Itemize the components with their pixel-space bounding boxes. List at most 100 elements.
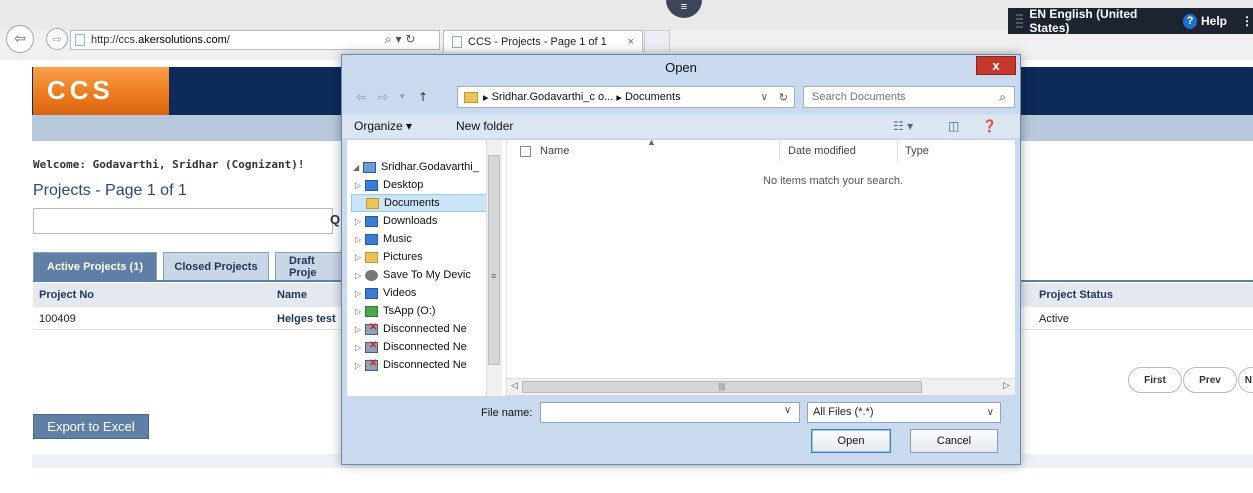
- navigation-scroll-thumb[interactable]: ≡: [488, 155, 500, 365]
- horizontal-scroll-thumb[interactable]: |||: [522, 381, 922, 393]
- column-header-date-modified[interactable]: Date modified: [788, 145, 856, 157]
- tree-item-label: Sridhar.Godavarthi_: [381, 161, 479, 173]
- new-tab-button[interactable]: [644, 30, 670, 52]
- tree-item-user[interactable]: ◢ Sridhar.Godavarthi_: [353, 158, 493, 176]
- cell-project-name-link[interactable]: Helges test: [277, 313, 336, 325]
- chevron-down-icon[interactable]: ∨: [784, 405, 791, 416]
- language-label[interactable]: EN English (United States): [1029, 7, 1169, 35]
- search-icon[interactable]: ⌕: [999, 90, 1006, 105]
- organize-menu[interactable]: Organize ▾: [354, 119, 412, 133]
- expand-arrow-icon[interactable]: ▷: [355, 289, 365, 298]
- tree-item-documents[interactable]: Documents: [351, 194, 491, 212]
- chevron-down-icon[interactable]: ∨: [987, 407, 994, 418]
- column-header-project-no[interactable]: Project No: [39, 289, 94, 301]
- browser-tab[interactable]: CCS - Projects - Page 1 of 1 ×: [443, 30, 643, 52]
- pager-next-button[interactable]: N: [1238, 367, 1253, 393]
- column-header-name[interactable]: Name: [540, 145, 569, 157]
- address-suffix: /: [226, 34, 230, 46]
- tree-item-label: Pictures: [383, 251, 423, 263]
- refresh-icon[interactable]: ↻: [779, 91, 788, 104]
- dialog-toolbar: [342, 114, 1020, 138]
- tree-item-desktop[interactable]: ▷ Desktop: [355, 176, 495, 194]
- navigation-pane: ◢ Sridhar.Godavarthi_ ▷ Desktop Documents …: [347, 140, 507, 396]
- column-header-type[interactable]: Type: [905, 145, 929, 157]
- address-tools[interactable]: ⌕ ▾ ↻: [385, 32, 415, 47]
- path-dropdown-icon[interactable]: ∨: [761, 92, 768, 103]
- tree-item-label: Disconnected Ne: [383, 323, 467, 335]
- cancel-button[interactable]: Cancel: [910, 429, 998, 453]
- expand-arrow-icon[interactable]: ▷: [355, 343, 365, 352]
- tree-item-videos[interactable]: ▷ Videos: [355, 284, 495, 302]
- dialog-close-button[interactable]: x: [976, 56, 1016, 75]
- column-header-project-status[interactable]: Project Status: [1039, 289, 1113, 301]
- tree-item-music[interactable]: ▷ Music: [355, 230, 495, 248]
- column-separator[interactable]: [779, 141, 780, 161]
- path-user-crumb[interactable]: Sridhar.Godavarthi_c o...: [492, 91, 614, 103]
- export-to-excel-button[interactable]: Export to Excel: [33, 414, 149, 439]
- expand-arrow-icon[interactable]: ▷: [355, 325, 365, 334]
- pager-prev-button[interactable]: Prev: [1183, 367, 1237, 393]
- filename-input[interactable]: [540, 402, 800, 423]
- path-separator: ▸: [483, 91, 489, 104]
- open-file-dialog: Open x ⇦ ⇨ ▾ ↑ ▸ Sridhar.Godavarthi_c o.…: [341, 54, 1021, 465]
- dialog-up-icon[interactable]: ↑: [418, 90, 428, 104]
- tree-item-disconnected-1[interactable]: ▷ Disconnected Ne: [355, 320, 495, 338]
- filetype-select[interactable]: All Files (*.*) ∨: [807, 402, 1001, 423]
- forward-button[interactable]: ⇨: [46, 28, 68, 50]
- menu-dots-icon[interactable]: ⋮: [1241, 14, 1253, 28]
- column-separator[interactable]: [897, 141, 898, 161]
- language-bar[interactable]: EN English (United States) ? Help ⋮: [1008, 7, 1253, 35]
- open-button[interactable]: Open: [811, 429, 891, 453]
- tab-closed-projects[interactable]: Closed Projects: [163, 252, 269, 281]
- arrow-left-icon: ⇦: [14, 31, 26, 47]
- page-title: Projects - Page 1 of 1: [33, 182, 187, 199]
- help-label[interactable]: Help: [1201, 14, 1227, 28]
- scroll-left-icon[interactable]: ◁: [511, 380, 518, 391]
- scroll-right-icon[interactable]: ▷: [1003, 380, 1010, 391]
- dialog-title: Open: [665, 60, 697, 75]
- expand-arrow-icon[interactable]: ▷: [355, 181, 365, 190]
- dialog-back-icon[interactable]: ⇦: [356, 90, 366, 104]
- tree-item-tsapp[interactable]: ▷ TsApp (O:): [355, 302, 495, 320]
- column-header-name[interactable]: Name: [277, 289, 307, 301]
- back-button[interactable]: ⇦: [6, 25, 34, 53]
- tab-close-icon[interactable]: ×: [628, 36, 634, 48]
- path-documents-crumb[interactable]: Documents: [625, 91, 681, 103]
- project-search-input[interactable]: [33, 208, 333, 234]
- dialog-search-input[interactable]: Search Documents ⌕: [803, 86, 1015, 108]
- filetype-value: All Files (*.*): [813, 406, 874, 418]
- dialog-forward-icon[interactable]: ⇨: [378, 90, 388, 104]
- dialog-search-placeholder: Search Documents: [812, 91, 906, 103]
- tab-draft-projects[interactable]: Draft Proje: [275, 252, 345, 281]
- dialog-recent-icon[interactable]: ▾: [400, 92, 405, 102]
- new-folder-button[interactable]: New folder: [456, 119, 513, 133]
- filename-label: File name:: [481, 407, 533, 419]
- help-icon[interactable]: ❓: [982, 119, 997, 133]
- pager-first-button[interactable]: First: [1128, 367, 1182, 393]
- collapse-arrow-icon[interactable]: ◢: [353, 163, 363, 172]
- tree-item-label: Disconnected Ne: [383, 341, 467, 353]
- tree-item-label: Disconnected Ne: [383, 359, 467, 371]
- expand-arrow-icon[interactable]: ▷: [355, 217, 365, 226]
- expand-arrow-icon[interactable]: ▷: [355, 307, 365, 316]
- tree-item-pictures[interactable]: ▷ Pictures: [355, 248, 495, 266]
- arrow-right-icon: ⇨: [52, 32, 62, 46]
- dialog-path-bar[interactable]: ▸ Sridhar.Godavarthi_c o... ▸ Documents …: [457, 86, 795, 108]
- preview-pane-icon[interactable]: ◫: [948, 119, 959, 133]
- expand-arrow-icon[interactable]: ▷: [355, 235, 365, 244]
- tree-item-save-to-device[interactable]: ▷ Save To My Devic: [355, 266, 495, 284]
- tab-active-projects[interactable]: Active Projects (1): [33, 252, 157, 281]
- tree-item-disconnected-2[interactable]: ▷ Disconnected Ne: [355, 338, 495, 356]
- expand-arrow-icon[interactable]: ▷: [355, 253, 365, 262]
- path-folder-icon: [464, 91, 478, 103]
- expand-arrow-icon[interactable]: ▷: [355, 271, 365, 280]
- welcome-label: Welcome:: [33, 158, 86, 171]
- tree-item-downloads[interactable]: ▷ Downloads: [355, 212, 495, 230]
- videos-folder-icon: [365, 287, 378, 299]
- view-options-icon[interactable]: ☷ ▾: [893, 119, 913, 133]
- tree-item-disconnected-3[interactable]: ▷ Disconnected Ne: [355, 356, 495, 374]
- ccs-logo[interactable]: CCS: [33, 67, 169, 115]
- select-all-checkbox[interactable]: [520, 146, 531, 157]
- help-icon[interactable]: ?: [1183, 13, 1197, 29]
- expand-arrow-icon[interactable]: ▷: [355, 361, 365, 370]
